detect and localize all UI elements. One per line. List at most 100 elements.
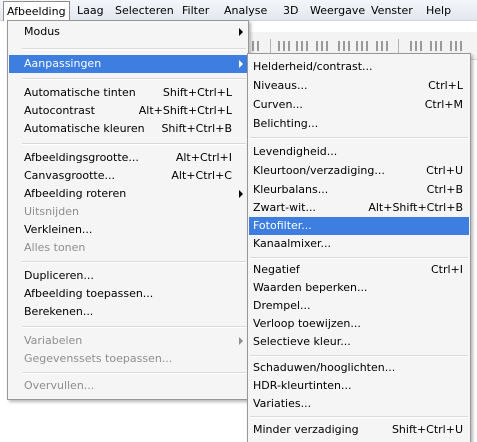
submenu-arrow-icon [239, 190, 243, 198]
menu-item-label: Zwart-wit... [253, 201, 316, 214]
menu-item-shortcut: Ctrl+B [426, 183, 463, 196]
submenu-item-kleurtoon-verzadiging[interactable]: Kleurtoon/verzadiging... Ctrl+U [249, 162, 469, 180]
menubar-filter[interactable]: Filter [180, 3, 211, 18]
menu-item-label: Automatische tinten [24, 86, 136, 99]
submenu-item-niveaus[interactable]: Niveaus... Ctrl+L [249, 77, 469, 95]
menu-item-automatische-kleuren[interactable]: Automatische kleuren Shift+Ctrl+B [9, 120, 247, 138]
menu-item-label: Negatief [253, 263, 300, 276]
menubar-laag[interactable]: Laag [75, 3, 106, 18]
menu-item-label: Gegevenssets toepassen... [24, 352, 173, 365]
menu-item-label: Minder verzadiging [253, 423, 359, 436]
menu-item-shortcut: Shift+Ctrl+U [391, 423, 463, 436]
menu-item-label: Verkleinen... [24, 223, 93, 236]
menu-item-shortcut: Ctrl+L [428, 79, 463, 92]
menu-item-label: Waarden beperken... [253, 281, 368, 294]
menu-item-shortcut: Alt+Ctrl+I [175, 151, 232, 164]
afbeelding-menu: Modus Aanpassingen Automatische tinten S… [7, 20, 249, 400]
menu-item-berekenen[interactable]: Berekenen... [9, 303, 247, 321]
menu-item-label: Drempel... [253, 299, 311, 312]
submenu-item-variaties[interactable]: Variaties... [249, 395, 469, 413]
menu-item-label: Alles tonen [24, 241, 86, 254]
menu-item-label: Levendigheid... [253, 145, 338, 158]
menu-item-label: Afbeeldingsgrootte... [24, 151, 139, 164]
submenu-item-belichting[interactable]: Belichting... [249, 115, 469, 133]
menu-item-shortcut: Shift+Ctrl+B [161, 122, 232, 135]
menu-separator [22, 48, 246, 50]
menu-item-shortcut: Ctrl+M [424, 98, 463, 111]
menubar-3d[interactable]: 3D [281, 3, 300, 18]
menu-item-label: Helderheid/contrast... [253, 60, 373, 73]
distribute-bottom-icon[interactable] [450, 41, 462, 51]
menu-separator [250, 137, 468, 139]
menu-separator [250, 416, 468, 418]
menu-item-afbeelding-roteren[interactable]: Afbeelding roteren [9, 185, 247, 203]
menu-item-shortcut: Ctrl+I [430, 263, 463, 276]
menu-item-label: Fotofilter... [253, 219, 312, 232]
menu-separator [22, 261, 246, 263]
toolbar-separator [398, 39, 399, 53]
submenu-item-curven[interactable]: Curven... Ctrl+M [249, 96, 469, 114]
menu-item-dupliceren[interactable]: Dupliceren... [9, 267, 247, 285]
menu-item-label: Selectieve kleur... [253, 335, 351, 348]
align-center-icon[interactable] [356, 41, 368, 51]
distribute-top-icon[interactable] [410, 41, 422, 51]
submenu-item-kanaalmixer[interactable]: Kanaalmixer... [249, 235, 469, 253]
menubar-afbeelding[interactable]: Afbeelding [3, 1, 70, 21]
align-middle-icon[interactable] [296, 41, 308, 51]
submenu-item-schaduwen-hooglichten[interactable]: Schaduwen/hooglichten... [249, 359, 469, 377]
align-left-icon[interactable] [338, 41, 350, 51]
toolbar-separator [270, 39, 271, 53]
distribute-middle-icon[interactable] [430, 41, 442, 51]
menu-item-uitsnijden: Uitsnijden [9, 203, 247, 221]
menu-item-overvullen: Overvullen... [9, 377, 247, 395]
menu-item-label: Verloop toewijzen... [253, 317, 361, 330]
menu-item-afbeeldingsgrootte[interactable]: Afbeeldingsgrootte... Alt+Ctrl+I [9, 149, 247, 167]
menu-separator [22, 78, 246, 80]
menu-item-variabelen: Variabelen [9, 332, 247, 350]
menubar-weergave[interactable]: Weergave [308, 3, 367, 18]
menubar-analyse[interactable]: Analyse [222, 3, 269, 18]
submenu-item-levendigheid[interactable]: Levendigheid... [249, 143, 469, 161]
submenu-item-negatief[interactable]: Negatief Ctrl+I [249, 261, 469, 279]
menu-item-label: Canvasgrootte... [24, 169, 115, 182]
align-right-icon[interactable] [376, 41, 388, 51]
align-bottom-icon[interactable] [316, 41, 328, 51]
menu-item-label: Berekenen... [24, 305, 94, 318]
menu-item-label: Kleurtoon/verzadiging... [253, 164, 385, 177]
submenu-item-selectieve-kleur[interactable]: Selectieve kleur... [249, 333, 469, 351]
submenu-arrow-icon [239, 28, 243, 36]
menubar-help[interactable]: Help [424, 3, 453, 18]
menu-item-automatische-tinten[interactable]: Automatische tinten Shift+Ctrl+L [9, 84, 247, 102]
menu-item-autocontrast[interactable]: Autocontrast Alt+Shift+Ctrl+L [9, 102, 247, 120]
menu-item-verkleinen[interactable]: Verkleinen... [9, 221, 247, 239]
menu-item-label: Kleurbalans... [253, 183, 329, 196]
align-top-icon[interactable] [278, 41, 290, 51]
submenu-item-minder-verzadiging[interactable]: Minder verzadiging Shift+Ctrl+U [249, 421, 469, 439]
submenu-arrow-icon [239, 60, 243, 68]
submenu-item-helderheid-contrast[interactable]: Helderheid/contrast... [249, 58, 469, 76]
menu-item-label: Niveaus... [253, 79, 308, 92]
submenu-item-kleurbalans[interactable]: Kleurbalans... Ctrl+B [249, 181, 469, 199]
submenu-item-verloop-toewijzen[interactable]: Verloop toewijzen... [249, 315, 469, 333]
menu-item-canvasgrootte[interactable]: Canvasgrootte... Alt+Ctrl+C [9, 167, 247, 185]
menu-item-label: Overvullen... [24, 379, 95, 392]
menu-item-shortcut: Ctrl+U [426, 164, 463, 177]
submenu-item-zwart-wit[interactable]: Zwart-wit... Alt+Shift+Ctrl+B [249, 199, 469, 217]
menu-item-label: Uitsnijden [24, 205, 79, 218]
submenu-item-waarden-beperken[interactable]: Waarden beperken... [249, 279, 469, 297]
menu-item-label: Automatische kleuren [24, 122, 145, 135]
submenu-item-hdr-kleurtinten[interactable]: HDR-kleurtinten... [249, 377, 469, 395]
menu-item-aanpassingen[interactable]: Aanpassingen [9, 55, 247, 73]
menu-item-shortcut: Alt+Shift+Ctrl+L [138, 104, 232, 117]
menu-item-label: Afbeelding toepassen... [24, 287, 154, 300]
menubar-venster[interactable]: Venster [369, 3, 415, 18]
menu-item-afbeelding-toepassen[interactable]: Afbeelding toepassen... [9, 285, 247, 303]
menu-item-alles-tonen: Alles tonen [9, 239, 247, 257]
submenu-item-fotofilter[interactable]: Fotofilter... [249, 217, 469, 235]
menu-item-modus[interactable]: Modus [9, 23, 247, 41]
menubar-selecteren[interactable]: Selecteren [113, 3, 176, 18]
submenu-item-drempel[interactable]: Drempel... [249, 297, 469, 315]
menu-separator [250, 355, 468, 357]
menu-item-shortcut: Shift+Ctrl+L [162, 86, 232, 99]
submenu-arrow-icon [239, 337, 243, 345]
